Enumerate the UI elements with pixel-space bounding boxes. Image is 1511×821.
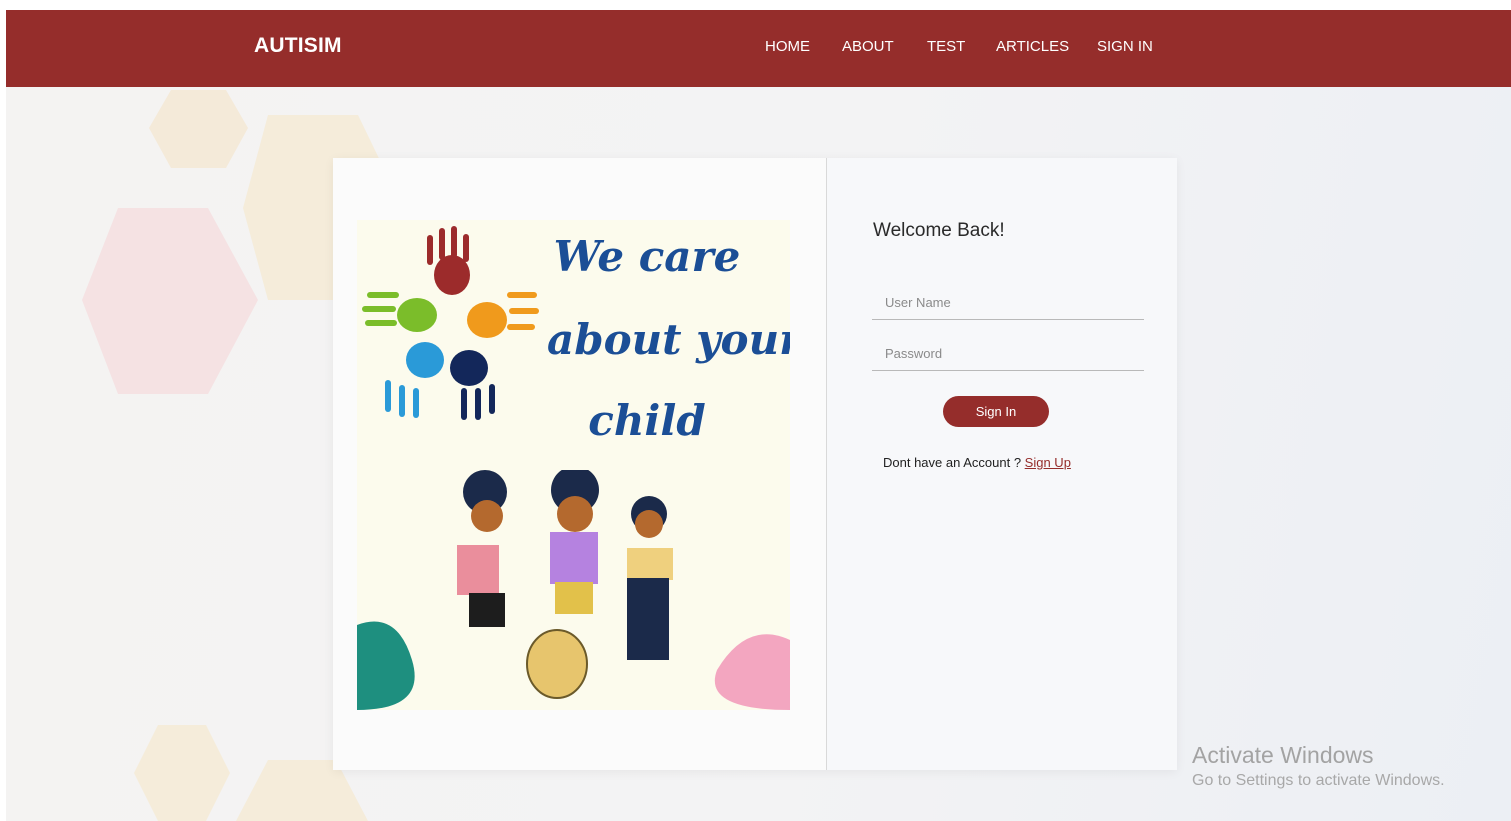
brand-logo[interactable]: AUTISIM: [254, 34, 342, 58]
illustration-line-1: We care: [553, 232, 741, 281]
nav-articles[interactable]: ARTICLES: [996, 38, 1069, 55]
illustration-line-3: child: [588, 396, 706, 445]
children-playing-icon: [357, 470, 790, 710]
login-form-panel: Welcome Back! Sign In Dont have an Accou…: [827, 158, 1177, 770]
activate-windows-watermark: Activate Windows Go to Settings to activ…: [1192, 742, 1445, 792]
welcome-title: Welcome Back!: [873, 220, 1005, 241]
hands-logo-icon: [362, 226, 539, 420]
nav-sign-in[interactable]: SIGN IN: [1097, 38, 1153, 55]
nav-home[interactable]: HOME: [765, 38, 810, 55]
watermark-title: Activate Windows: [1192, 742, 1374, 768]
watermark-subtitle: Go to Settings to activate Windows.: [1192, 772, 1445, 789]
top-navbar: AUTISIM HOME ABOUT TEST ARTICLES SIGN IN: [6, 10, 1511, 87]
sign-up-link[interactable]: Sign Up: [1025, 455, 1071, 470]
username-input[interactable]: [872, 286, 1144, 320]
sign-in-button[interactable]: Sign In: [943, 396, 1049, 427]
children-illustration: We care about your child: [357, 220, 790, 710]
password-input[interactable]: [872, 337, 1144, 371]
illustration-line-2: about your: [547, 315, 790, 364]
nav-test[interactable]: TEST: [927, 38, 965, 55]
nav-about[interactable]: ABOUT: [842, 38, 894, 55]
no-account-text: Dont have an Account ?: [883, 455, 1022, 470]
login-card: We care about your child Welcome Back! S…: [333, 158, 1177, 770]
signup-prompt: Dont have an Account ? Sign Up: [883, 455, 1071, 470]
